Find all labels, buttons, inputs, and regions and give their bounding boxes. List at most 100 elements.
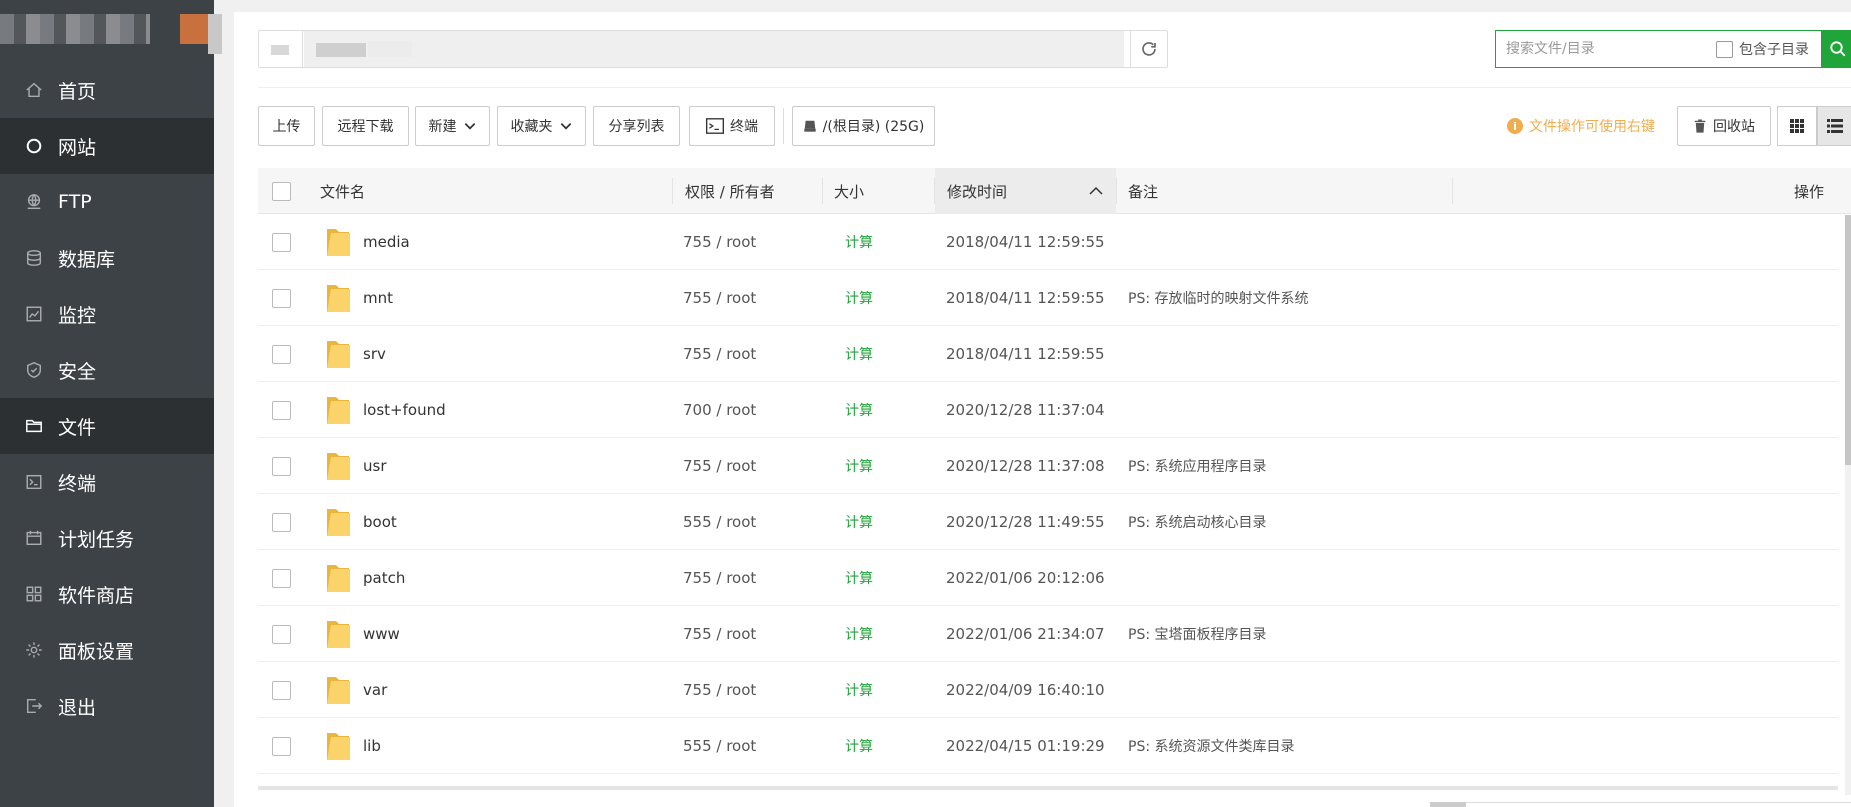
- list-view-button[interactable]: [1817, 106, 1851, 146]
- table-row[interactable]: lost+found 700 / root 计算 2020/12/28 11:37:0…: [258, 382, 1838, 438]
- size-calc-link[interactable]: 计算: [845, 232, 873, 252]
- size-calc-link[interactable]: 计算: [845, 680, 873, 700]
- search-button[interactable]: [1821, 30, 1851, 68]
- col-perm[interactable]: 权限 / 所有者: [685, 168, 775, 214]
- table-row[interactable]: usr 755 / root 计算 2020/12/28 11:37:08 PS: 系统…: [258, 438, 1838, 494]
- file-note[interactable]: PS: 系统启动核心目录: [1128, 512, 1267, 532]
- sidebar-item-3[interactable]: 数据库: [0, 230, 214, 286]
- file-name[interactable]: www: [363, 625, 400, 643]
- table-row[interactable]: lib 555 / root 计算 2022/04/15 01:19:29 PS: 系统…: [258, 718, 1838, 774]
- sidebar-item-label: 网站: [58, 136, 97, 159]
- size-calc-link[interactable]: 计算: [845, 624, 873, 644]
- file-name[interactable]: media: [363, 233, 410, 251]
- file-note[interactable]: PS: 存放临时的映射文件系统: [1128, 288, 1309, 308]
- disk-button[interactable]: /(根目录) (25G): [792, 106, 935, 146]
- table-row[interactable]: media 755 / root 计算 2018/04/11 12:59:55: [258, 214, 1838, 270]
- size-calc-link[interactable]: 计算: [845, 400, 873, 420]
- row-checkbox[interactable]: [272, 568, 291, 588]
- sidebar: 首页网站 FTP 数据库监控安全 文件 终端 计划任务 软件商店 面板设置 退出: [0, 0, 222, 807]
- file-perm[interactable]: 700 / root: [683, 401, 756, 419]
- remote-download-button[interactable]: 远程下载: [322, 106, 409, 146]
- sidebar-item-7[interactable]: 终端: [0, 454, 214, 510]
- size-calc-link[interactable]: 计算: [845, 344, 873, 364]
- row-checkbox[interactable]: [272, 456, 291, 476]
- file-name[interactable]: usr: [363, 457, 387, 475]
- back-button[interactable]: [259, 31, 303, 67]
- row-checkbox[interactable]: [272, 736, 291, 756]
- file-note[interactable]: PS: 宝塔面板程序目录: [1128, 624, 1267, 644]
- table-row[interactable]: www 755 / root 计算 2022/01/06 21:34:07 PS: 宝塔…: [258, 606, 1838, 662]
- new-dropdown[interactable]: 新建: [415, 106, 490, 146]
- sidebar-item-5[interactable]: 安全: [0, 342, 214, 398]
- share-list-button[interactable]: 分享列表: [593, 106, 680, 146]
- sidebar-item-0[interactable]: 首页: [0, 62, 214, 118]
- include-subdir-label: 包含子目录: [1739, 42, 1809, 58]
- file-name[interactable]: boot: [363, 513, 397, 531]
- folder-icon: [325, 338, 351, 370]
- size-calc-link[interactable]: 计算: [845, 736, 873, 756]
- size-calc-link[interactable]: 计算: [845, 512, 873, 532]
- file-perm[interactable]: 755 / root: [683, 625, 756, 643]
- vertical-scrollbar[interactable]: [1845, 215, 1851, 795]
- sidebar-item-6[interactable]: 文件: [0, 398, 214, 454]
- file-name[interactable]: var: [363, 681, 387, 699]
- sidebar-item-9[interactable]: 软件商店: [0, 566, 214, 622]
- sidebar-item-1[interactable]: 网站: [0, 118, 214, 174]
- row-checkbox[interactable]: [272, 400, 291, 420]
- favorites-dropdown[interactable]: 收藏夹: [497, 106, 586, 146]
- file-perm[interactable]: 555 / root: [683, 513, 756, 531]
- size-calc-link[interactable]: 计算: [845, 288, 873, 308]
- table-row[interactable]: patch 755 / root 计算 2022/01/06 20:12:06: [258, 550, 1838, 606]
- recycle-bin-button[interactable]: 回收站: [1677, 106, 1771, 146]
- chevron-down-icon: [464, 123, 475, 130]
- table-row[interactable]: mnt 755 / root 计算 2018/04/11 12:59:55 PS: 存放…: [258, 270, 1838, 326]
- file-name[interactable]: lost+found: [363, 401, 446, 419]
- refresh-button[interactable]: [1130, 31, 1167, 67]
- file-perm[interactable]: 755 / root: [683, 345, 756, 363]
- file-name[interactable]: mnt: [363, 289, 393, 307]
- terminal-button[interactable]: 终端: [689, 106, 775, 146]
- file-note[interactable]: PS: 系统应用程序目录: [1128, 456, 1267, 476]
- path-input[interactable]: [304, 31, 1124, 67]
- file-perm[interactable]: 555 / root: [683, 737, 756, 755]
- file-note[interactable]: PS: 系统资源文件类库目录: [1128, 736, 1295, 756]
- sidebar-item-10[interactable]: 面板设置: [0, 622, 214, 678]
- table-row[interactable]: boot 555 / root 计算 2020/12/28 11:49:55 PS: 系…: [258, 494, 1838, 550]
- grid-view-button[interactable]: [1777, 106, 1817, 146]
- checkbox[interactable]: [1716, 40, 1733, 58]
- file-perm[interactable]: 755 / root: [683, 569, 756, 587]
- select-all-checkbox[interactable]: [272, 181, 291, 201]
- row-checkbox[interactable]: [272, 624, 291, 644]
- file-perm[interactable]: 755 / root: [683, 289, 756, 307]
- col-mtime[interactable]: 修改时间: [935, 168, 1116, 214]
- col-size[interactable]: 大小: [834, 168, 864, 214]
- sidebar-item-4[interactable]: 监控: [0, 286, 214, 342]
- gear-icon: [24, 640, 44, 660]
- sidebar-item-label: 监控: [58, 304, 97, 327]
- search-input[interactable]: [1506, 39, 1706, 59]
- upload-button[interactable]: 上传: [258, 106, 315, 146]
- sidebar-item-8[interactable]: 计划任务: [0, 510, 214, 566]
- col-ops-label: 操作: [1794, 182, 1825, 201]
- sidebar-item-11[interactable]: 退出: [0, 678, 214, 734]
- row-checkbox[interactable]: [272, 344, 291, 364]
- include-subdir-checkbox[interactable]: 包含子目录: [1716, 39, 1809, 59]
- size-calc-link[interactable]: 计算: [845, 456, 873, 476]
- col-name[interactable]: 文件名: [320, 168, 365, 214]
- file-name[interactable]: patch: [363, 569, 405, 587]
- row-checkbox[interactable]: [272, 232, 291, 252]
- file-perm[interactable]: 755 / root: [683, 681, 756, 699]
- file-perm[interactable]: 755 / root: [683, 233, 756, 251]
- size-calc-link[interactable]: 计算: [845, 568, 873, 588]
- row-checkbox[interactable]: [272, 680, 291, 700]
- file-perm[interactable]: 755 / root: [683, 457, 756, 475]
- table-row[interactable]: srv 755 / root 计算 2018/04/11 12:59:55: [258, 326, 1838, 382]
- file-name[interactable]: srv: [363, 345, 386, 363]
- sidebar-item-2[interactable]: FTP: [0, 174, 214, 230]
- horizontal-scrollbar[interactable]: [258, 786, 1838, 790]
- table-row[interactable]: var 755 / root 计算 2022/04/09 16:40:10: [258, 662, 1838, 718]
- file-name[interactable]: lib: [363, 737, 381, 755]
- col-note[interactable]: 备注: [1128, 168, 1158, 214]
- row-checkbox[interactable]: [272, 288, 291, 308]
- row-checkbox[interactable]: [272, 512, 291, 532]
